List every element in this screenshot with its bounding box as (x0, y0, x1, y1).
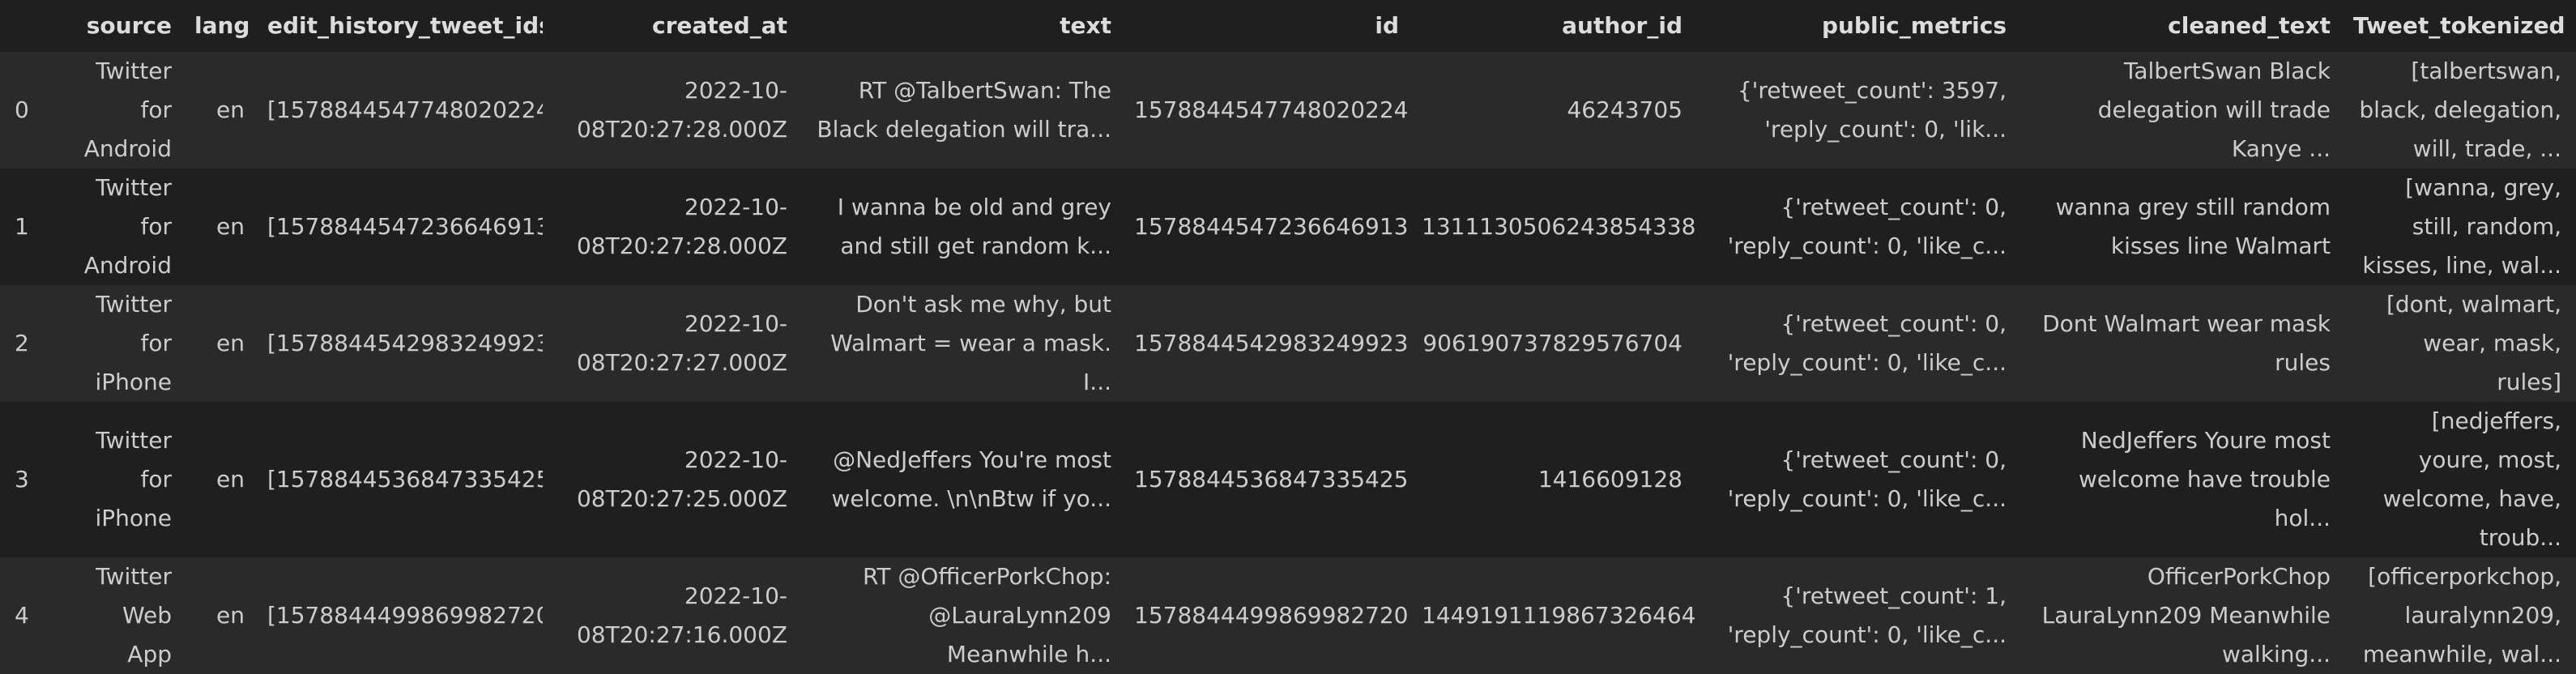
cell-source: Twitter for Android (65, 168, 186, 285)
cell-public-metrics: {'retweet_count': 0, 'reply_count': 0, '… (1697, 168, 2021, 285)
cell-text: I wanna be old and grey and still get ra… (802, 168, 1126, 285)
cell-created-at: 2022-10-08T20:27:27.000Z (543, 285, 802, 402)
header-row: source lang edit_history_tweet_ids creat… (0, 0, 2576, 52)
row-index: 3 (0, 402, 65, 557)
table-row: 2 Twitter for iPhone en [157884454298324… (0, 285, 2576, 402)
table-row: 4 Twitter Web App en [157884449986998272… (0, 557, 2576, 674)
cell-cleaned-text: Dont Walmart wear mask rules (2021, 285, 2345, 402)
cell-source: Twitter Web App (65, 557, 186, 674)
header-id: id (1126, 0, 1414, 52)
header-author-id: author_id (1414, 0, 1697, 52)
cell-text: RT @TalbertSwan: The Black delegation wi… (802, 52, 1126, 168)
cell-edit-history-tweet-ids: [1578844536847335425] (259, 402, 543, 557)
cell-edit-history-tweet-ids: [1578844542983249923] (259, 285, 543, 402)
cell-cleaned-text: NedJeffers Youre most welcome have troub… (2021, 402, 2345, 557)
cell-created-at: 2022-10-08T20:27:25.000Z (543, 402, 802, 557)
cell-author-id: 1311130506243854338 (1414, 168, 1697, 285)
cell-edit-history-tweet-ids: [1578844499869982720] (259, 557, 543, 674)
cell-public-metrics: {'retweet_count': 3597, 'reply_count': 0… (1697, 52, 2021, 168)
dataframe-output: source lang edit_history_tweet_ids creat… (0, 0, 2576, 674)
header-cleaned-text: cleaned_text (2021, 0, 2345, 52)
header-source: source (65, 0, 186, 52)
cell-source: Twitter for Android (65, 52, 186, 168)
cell-id: 1578844536847335425 (1126, 402, 1414, 557)
cell-edit-history-tweet-ids: [1578844547236646913] (259, 168, 543, 285)
dataframe-table: source lang edit_history_tweet_ids creat… (0, 0, 2576, 674)
cell-lang: en (186, 557, 259, 674)
cell-source: Twitter for iPhone (65, 285, 186, 402)
cell-tweet-tokenized: [talbertswan, black, delegation, will, t… (2345, 52, 2576, 168)
cell-tweet-tokenized: [wanna, grey, still, random, kisses, lin… (2345, 168, 2576, 285)
cell-lang: en (186, 52, 259, 168)
cell-created-at: 2022-10-08T20:27:16.000Z (543, 557, 802, 674)
cell-tweet-tokenized: [officerporkchop, lauralynn209, meanwhil… (2345, 557, 2576, 674)
cell-id: 1578844547236646913 (1126, 168, 1414, 285)
cell-tweet-tokenized: [nedjeffers, youre, most, welcome, have,… (2345, 402, 2576, 557)
cell-lang: en (186, 285, 259, 402)
table-row: 1 Twitter for Android en [15788445472366… (0, 168, 2576, 285)
cell-lang: en (186, 168, 259, 285)
cell-id: 1578844547748020224 (1126, 52, 1414, 168)
cell-created-at: 2022-10-08T20:27:28.000Z (543, 52, 802, 168)
cell-created-at: 2022-10-08T20:27:28.000Z (543, 168, 802, 285)
cell-text: @NedJeffers You're most welcome. \n\nBtw… (802, 402, 1126, 557)
cell-text: Don't ask me why, but Walmart = wear a m… (802, 285, 1126, 402)
cell-cleaned-text: TalbertSwan Black delegation will trade … (2021, 52, 2345, 168)
table-row: 3 Twitter for iPhone en [157884453684733… (0, 402, 2576, 557)
header-edit-history-tweet-ids: edit_history_tweet_ids (259, 0, 543, 52)
cell-id: 1578844542983249923 (1126, 285, 1414, 402)
header-created-at: created_at (543, 0, 802, 52)
header-tweet-tokenized: Tweet_tokenized (2345, 0, 2576, 52)
cell-author-id: 1449191119867326464 (1414, 557, 1697, 674)
cell-public-metrics: {'retweet_count': 0, 'reply_count': 0, '… (1697, 402, 2021, 557)
cell-public-metrics: {'retweet_count': 1, 'reply_count': 0, '… (1697, 557, 2021, 674)
header-index (0, 0, 65, 52)
row-index: 2 (0, 285, 65, 402)
cell-cleaned-text: OfficerPorkChop LauraLynn209 Meanwhile w… (2021, 557, 2345, 674)
cell-cleaned-text: wanna grey still random kisses line Walm… (2021, 168, 2345, 285)
cell-source: Twitter for iPhone (65, 402, 186, 557)
table-row: 0 Twitter for Android en [15788445477480… (0, 52, 2576, 168)
row-index: 4 (0, 557, 65, 674)
cell-text: RT @OfficerPorkChop: @LauraLynn209 Meanw… (802, 557, 1126, 674)
cell-lang: en (186, 402, 259, 557)
header-public-metrics: public_metrics (1697, 0, 2021, 52)
cell-author-id: 906190737829576704 (1414, 285, 1697, 402)
cell-public-metrics: {'retweet_count': 0, 'reply_count': 0, '… (1697, 285, 2021, 402)
cell-tweet-tokenized: [dont, walmart, wear, mask, rules] (2345, 285, 2576, 402)
row-index: 0 (0, 52, 65, 168)
cell-author-id: 46243705 (1414, 52, 1697, 168)
cell-id: 1578844499869982720 (1126, 557, 1414, 674)
cell-edit-history-tweet-ids: [1578844547748020224] (259, 52, 543, 168)
row-index: 1 (0, 168, 65, 285)
cell-author-id: 1416609128 (1414, 402, 1697, 557)
header-lang: lang (186, 0, 259, 52)
header-text: text (802, 0, 1126, 52)
